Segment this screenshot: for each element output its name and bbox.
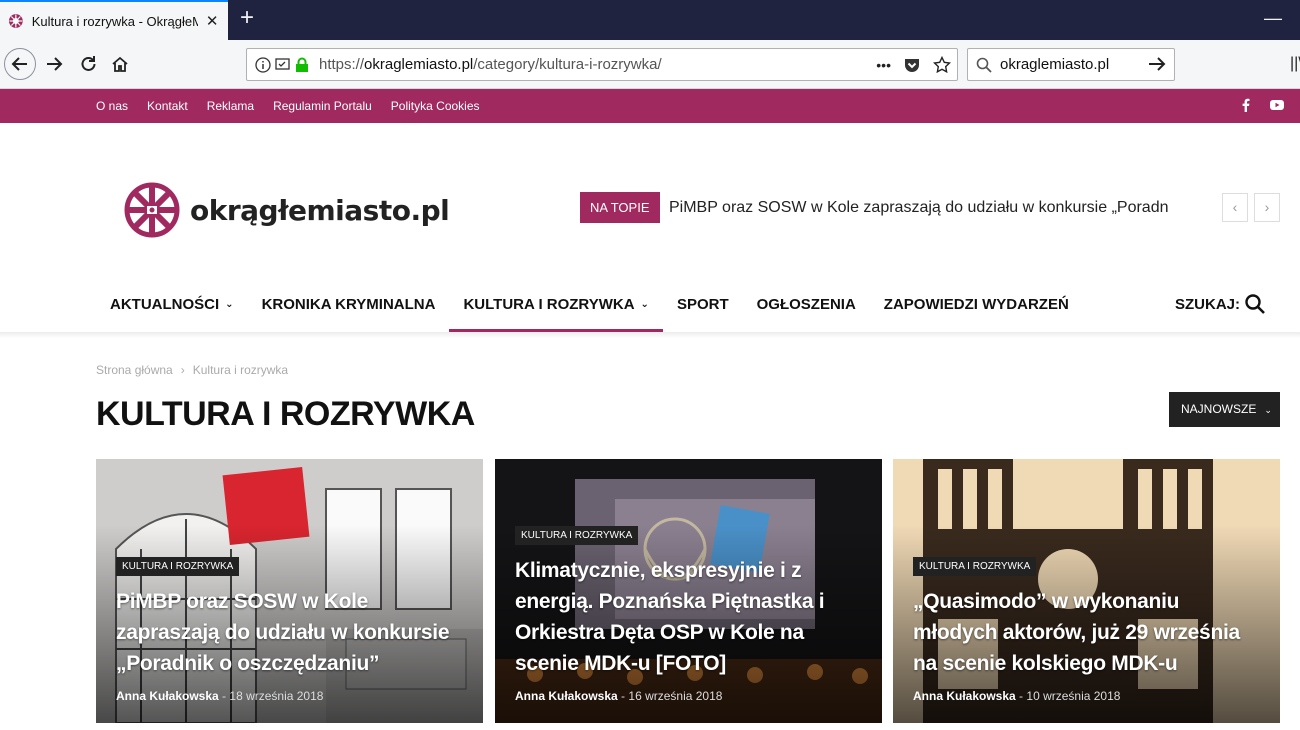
menu-item-crime[interactable]: KRONIKA KRYMINALNA: [248, 280, 450, 332]
article-card[interactable]: KULTURA I ROZRYWKA „Quasimodo” w wykonan…: [893, 459, 1280, 723]
search-label: SZUKAJ:: [1175, 296, 1241, 313]
article-date: 18 września 2018: [229, 689, 324, 703]
info-icon[interactable]: [255, 56, 271, 73]
search-go-icon[interactable]: [1146, 53, 1168, 75]
sort-dropdown[interactable]: NAJNOWSZE ⌄: [1169, 392, 1280, 427]
chevron-down-icon: ⌄: [225, 299, 234, 310]
site-top-bar: O nas Kontakt Reklama Regulamin Portalu …: [0, 89, 1300, 123]
browser-tab[interactable]: Kultura i rozrywka - OkrągłeMiasto.pl ✕: [0, 0, 228, 40]
category-badge[interactable]: KULTURA I ROZRYWKA: [913, 557, 1037, 576]
article-meta: Anna Kułakowska - 16 września 2018: [515, 689, 868, 703]
reload-button[interactable]: [72, 48, 104, 80]
bookmark-star-icon[interactable]: [933, 56, 951, 74]
arrow-left-icon: [11, 57, 27, 71]
lock-icon[interactable]: [295, 57, 309, 73]
breadcrumb: Strona główna › Kultura i rozrywka: [96, 363, 288, 377]
breadcrumb-current[interactable]: Kultura i rozrywka: [193, 363, 288, 377]
logo-text: okrągłemiasto.pl: [190, 193, 450, 227]
article-author[interactable]: Anna Kułakowska: [515, 689, 618, 703]
card-content: KULTURA I ROZRYWKA PiMBP oraz SOSW w Kol…: [116, 556, 469, 703]
article-meta: Anna Kułakowska - 18 września 2018: [116, 689, 469, 703]
site-favicon-icon: [8, 14, 23, 28]
meta-separator: -: [621, 689, 626, 703]
trending-label: NA TOPIE: [580, 192, 660, 223]
article-author[interactable]: Anna Kułakowska: [116, 689, 219, 703]
card-content: KULTURA I ROZRYWKA „Quasimodo” w wykonan…: [913, 556, 1266, 703]
article-date: 16 września 2018: [628, 689, 723, 703]
menu-item-culture[interactable]: KULTURA I ROZRYWKA ⌄: [449, 280, 664, 332]
top-links: O nas Kontakt Reklama Regulamin Portalu …: [96, 99, 480, 113]
trending-prev-button[interactable]: ‹: [1222, 193, 1248, 222]
url-text: https://okraglemiasto.pl/category/kultur…: [319, 56, 662, 73]
browser-search-bar[interactable]: [967, 48, 1175, 81]
reload-icon: [81, 56, 96, 71]
page-title: KULTURA I ROZRYWKA: [96, 395, 475, 433]
article-date: 10 września 2018: [1026, 689, 1121, 703]
trending-headline[interactable]: PiMBP oraz SOSW w Kole zapraszają do udz…: [669, 199, 1169, 217]
site-logo[interactable]: okrągłemiasto.pl: [124, 178, 450, 242]
permissions-icon[interactable]: [275, 57, 291, 73]
breadcrumb-separator: ›: [180, 363, 185, 377]
meta-separator: -: [222, 689, 227, 703]
category-badge[interactable]: KULTURA I ROZRYWKA: [116, 557, 240, 576]
top-link-cookies[interactable]: Polityka Cookies: [391, 99, 480, 113]
breadcrumb-home[interactable]: Strona główna: [96, 363, 173, 377]
arrow-right-icon: [47, 57, 63, 71]
article-card[interactable]: KULTURA I ROZRYWKA PiMBP oraz SOSW w Kol…: [96, 459, 483, 723]
main-menu: AKTUALNOŚCI ⌄ KRONIKA KRYMINALNA KULTURA …: [96, 280, 1083, 332]
article-title[interactable]: Klimatycznie, ekspresyjnie i z energią. …: [515, 555, 868, 679]
browser-navigation-bar: https://okraglemiasto.pl/category/kultur…: [0, 40, 1300, 89]
home-button[interactable]: [104, 48, 136, 80]
back-button[interactable]: [4, 48, 36, 80]
menu-item-news[interactable]: AKTUALNOŚCI ⌄: [96, 280, 248, 332]
article-title[interactable]: PiMBP oraz SOSW w Kole zapraszają do udz…: [116, 586, 469, 679]
category-badge[interactable]: KULTURA I ROZRYWKA: [515, 526, 639, 545]
window-minimize-button[interactable]: —: [1264, 8, 1282, 29]
browser-search-input[interactable]: [1000, 56, 1140, 73]
article-author[interactable]: Anna Kułakowska: [913, 689, 1016, 703]
new-tab-button[interactable]: +: [234, 6, 260, 32]
site-search-icon[interactable]: [1244, 293, 1266, 315]
menu-item-events[interactable]: ZAPOWIEDZI WYDARZEŃ: [870, 280, 1083, 332]
tab-close-icon[interactable]: ✕: [204, 12, 220, 30]
menu-shadow: [0, 332, 1300, 338]
facebook-icon[interactable]: [1242, 98, 1250, 112]
article-title[interactable]: „Quasimodo” w wykonaniu młodych aktorów,…: [913, 586, 1266, 679]
chevron-down-icon: ⌄: [640, 299, 649, 310]
browser-tab-strip: Kultura i rozrywka - OkrągłeMiasto.pl ✕ …: [0, 0, 1300, 40]
sort-label: NAJNOWSZE: [1181, 402, 1257, 416]
article-meta: Anna Kułakowska - 10 września 2018: [913, 689, 1266, 703]
chevron-down-icon: ⌄: [1264, 405, 1272, 415]
pocket-icon[interactable]: [903, 56, 921, 74]
top-link-advertising[interactable]: Reklama: [207, 99, 254, 113]
top-link-about[interactable]: O nas: [96, 99, 128, 113]
social-links: [1242, 98, 1284, 112]
home-icon: [112, 56, 128, 72]
top-link-terms[interactable]: Regulamin Portalu: [273, 99, 372, 113]
card-content: KULTURA I ROZRYWKA Klimatycznie, ekspres…: [515, 525, 868, 703]
library-icon[interactable]: ||\: [1290, 55, 1300, 73]
trending-next-button[interactable]: ›: [1254, 193, 1280, 222]
menu-item-classifieds[interactable]: OGŁOSZENIA: [743, 280, 870, 332]
page-actions-icon[interactable]: •••: [876, 57, 891, 73]
youtube-icon[interactable]: [1270, 99, 1284, 111]
article-card[interactable]: KULTURA I ROZRYWKA Klimatycznie, ekspres…: [495, 459, 882, 723]
top-link-contact[interactable]: Kontakt: [147, 99, 188, 113]
logo-wheel-icon: [124, 182, 180, 238]
meta-separator: -: [1019, 689, 1024, 703]
forward-button[interactable]: [38, 48, 70, 80]
search-icon: [976, 57, 992, 73]
menu-item-sport[interactable]: SPORT: [663, 280, 743, 332]
tab-title: Kultura i rozrywka - OkrągłeMiasto.pl: [31, 13, 199, 29]
address-bar[interactable]: https://okraglemiasto.pl/category/kultur…: [246, 48, 958, 81]
